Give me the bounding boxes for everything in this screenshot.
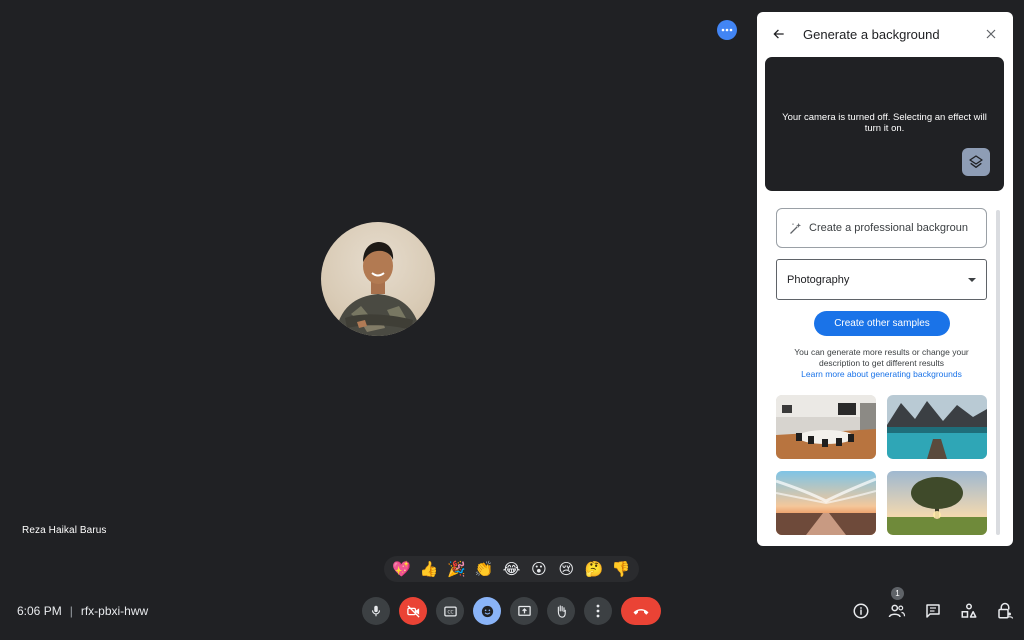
participant-avatar [321, 222, 435, 336]
more-options-call-button[interactable] [584, 597, 612, 625]
close-icon [986, 29, 996, 39]
present-button[interactable] [510, 597, 538, 625]
people-button[interactable]: 1 [886, 587, 908, 622]
end-call-icon [633, 609, 649, 615]
present-screen-icon [517, 605, 531, 616]
meeting-code[interactable]: rfx-pbxi-hww [81, 604, 148, 618]
reaction-sad-face[interactable]: 😢 [555, 558, 577, 580]
more-options-button[interactable] [717, 20, 737, 40]
people-icon [888, 604, 906, 618]
background-sample-lake[interactable] [887, 395, 987, 459]
reaction-surprised-face[interactable]: 😮 [528, 558, 550, 580]
style-select[interactable]: Photography [776, 259, 987, 300]
camera-off-message: Your camera is turned off. Selecting an … [782, 112, 987, 134]
meeting-time: 6:06 PM [17, 604, 62, 618]
chevron-down-icon [968, 277, 976, 282]
lock-person-icon [998, 602, 1014, 619]
leave-call-button[interactable] [621, 597, 661, 625]
reaction-thumbs-down[interactable]: 👎 [610, 558, 632, 580]
background-sample-tree[interactable] [887, 471, 987, 535]
reaction-sparkling-heart[interactable]: 💖 [391, 558, 413, 580]
panel-scrollbar[interactable] [996, 210, 1000, 535]
panel-title: Generate a background [803, 26, 940, 42]
reaction-thinking-face[interactable]: 🤔 [583, 558, 605, 580]
camera-button[interactable] [399, 597, 427, 625]
main-stage: Reza Haikal Barus [0, 0, 756, 590]
background-sample-office[interactable] [776, 395, 876, 459]
participant-name-label: Reza Haikal Barus [22, 525, 107, 536]
panel-header: Generate a background [757, 12, 1013, 56]
back-button[interactable] [769, 24, 789, 44]
reaction-thumbs-up[interactable]: 👍 [418, 558, 440, 580]
closed-captions-icon: CC [443, 606, 457, 616]
more-vert-icon [596, 604, 600, 618]
reaction-clapping-hands[interactable]: 👏 [473, 558, 495, 580]
raise-hand-button[interactable] [547, 597, 575, 625]
meeting-details-button[interactable] [850, 600, 872, 622]
create-other-samples-button[interactable]: Create other samples [814, 311, 950, 336]
reaction-tears-of-joy[interactable]: 😂 [500, 558, 522, 580]
host-controls-button[interactable] [994, 600, 1016, 622]
call-controls: CC [362, 597, 661, 625]
style-selected-value: Photography [787, 273, 850, 286]
svg-text:CC: CC [447, 609, 453, 615]
microphone-icon [371, 605, 381, 617]
effects-layers-button[interactable] [962, 148, 990, 176]
layers-icon [969, 155, 983, 168]
captions-button[interactable]: CC [436, 597, 464, 625]
magic-wand-icon [790, 222, 802, 234]
help-text: You can generate more results or change … [794, 347, 969, 368]
prompt-text: Create a professional backgroun [809, 222, 968, 234]
background-prompt-input[interactable]: Create a professional backgroun [776, 208, 987, 248]
more-horiz-icon [721, 28, 733, 32]
emoji-icon [481, 605, 493, 617]
raise-hand-icon [557, 604, 566, 618]
camera-preview: Your camera is turned off. Selecting an … [765, 57, 1004, 191]
meeting-info-separator: | [69, 604, 73, 618]
camera-off-icon [406, 604, 420, 618]
close-panel-button[interactable] [981, 24, 1001, 44]
people-count-badge: 1 [891, 587, 904, 600]
background-sample-sunset-road[interactable] [776, 471, 876, 535]
reactions-button[interactable] [473, 597, 501, 625]
meeting-info: 6:06 PM | rfx-pbxi-hww [17, 604, 148, 618]
microphone-button[interactable] [362, 597, 390, 625]
chat-icon [926, 604, 940, 618]
activities-button[interactable] [958, 600, 980, 622]
info-icon [853, 603, 869, 619]
learn-more-link[interactable]: Learn more about generating backgrounds [775, 369, 988, 379]
arrow-back-icon [773, 29, 784, 39]
reactions-bar: 💖 👍 🎉 👏 😂 😮 😢 🤔 👎 [384, 556, 639, 582]
panel-scroll-area[interactable]: Create a professional backgroun Photogra… [757, 202, 1013, 546]
right-controls: 1 [850, 587, 1016, 622]
activities-icon [961, 603, 977, 618]
reaction-party-popper[interactable]: 🎉 [446, 558, 468, 580]
chat-button[interactable] [922, 600, 944, 622]
generate-background-panel: Generate a background Your camera is tur… [757, 12, 1013, 546]
